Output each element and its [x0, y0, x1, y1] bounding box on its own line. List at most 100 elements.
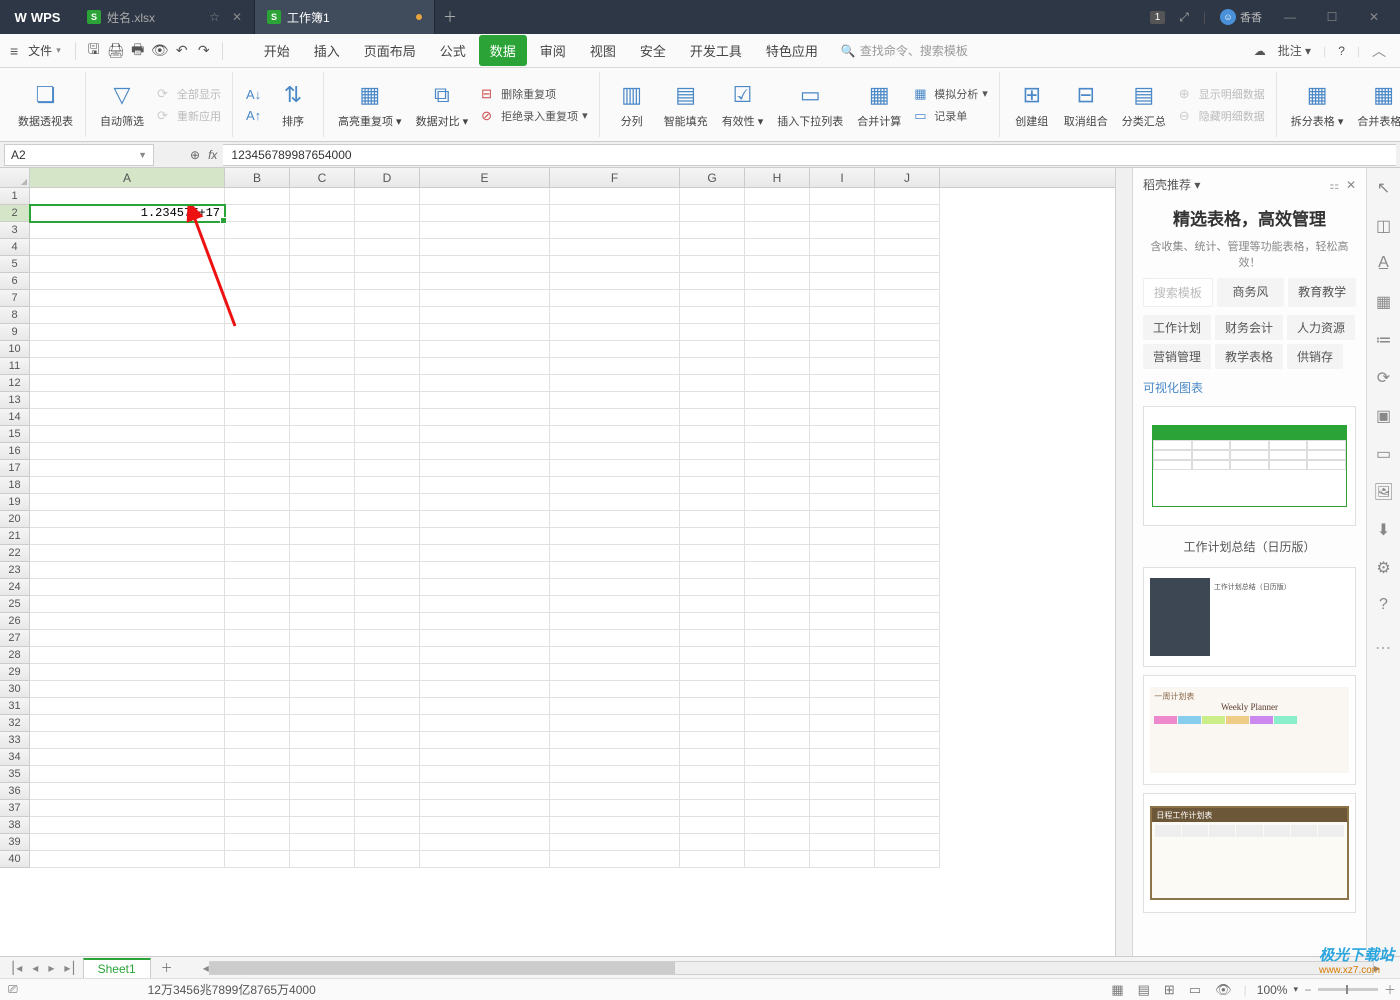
minimize-icon[interactable]: — [1276, 10, 1304, 24]
cell[interactable] [745, 698, 810, 715]
cell[interactable] [680, 392, 745, 409]
cell[interactable] [420, 732, 550, 749]
cell[interactable] [810, 800, 875, 817]
notification-badge[interactable]: 1 [1150, 11, 1166, 24]
sort-asc-button[interactable]: A↓ [243, 85, 265, 104]
cell[interactable] [810, 664, 875, 681]
cell[interactable] [745, 307, 810, 324]
cell[interactable] [420, 630, 550, 647]
cell[interactable] [810, 647, 875, 664]
cell[interactable] [550, 783, 680, 800]
cell[interactable] [810, 290, 875, 307]
close-window-icon[interactable]: ✕ [1360, 10, 1388, 24]
cell[interactable] [745, 562, 810, 579]
cell[interactable] [550, 477, 680, 494]
download-icon[interactable]: ⬇ [1374, 520, 1394, 540]
fx-icon[interactable]: fx [208, 148, 217, 162]
cell[interactable] [30, 443, 225, 460]
cell[interactable] [680, 647, 745, 664]
cell[interactable] [290, 851, 355, 868]
cell[interactable] [30, 290, 225, 307]
cell[interactable] [355, 715, 420, 732]
cell[interactable] [290, 783, 355, 800]
merge-table-button[interactable]: ▦合并表格 ▾ [1353, 78, 1400, 131]
row-header[interactable]: 36 [0, 783, 30, 800]
cell[interactable] [680, 256, 745, 273]
cell[interactable] [875, 239, 940, 256]
cell[interactable] [680, 290, 745, 307]
cell[interactable] [680, 613, 745, 630]
row-header[interactable]: 30 [0, 681, 30, 698]
cell[interactable] [225, 681, 290, 698]
more-icon[interactable]: ⋯ [1374, 638, 1394, 658]
row-header[interactable]: 25 [0, 596, 30, 613]
panel-settings-icon[interactable]: ⚏ [1329, 180, 1339, 192]
cell[interactable] [745, 477, 810, 494]
consolidate-button[interactable]: ▦合并计算 [853, 78, 905, 131]
cell[interactable] [745, 222, 810, 239]
cell[interactable] [680, 698, 745, 715]
cell[interactable] [420, 511, 550, 528]
tab-view[interactable]: 视图 [579, 35, 627, 66]
template-thumb-3[interactable]: 一周计划表Weekly Planner [1143, 675, 1356, 785]
cell[interactable] [550, 715, 680, 732]
cell[interactable] [420, 290, 550, 307]
cell[interactable] [420, 324, 550, 341]
cell[interactable] [30, 358, 225, 375]
cell[interactable] [745, 460, 810, 477]
print-icon[interactable]: 🖶 [128, 39, 148, 63]
cell[interactable] [290, 528, 355, 545]
cell[interactable] [355, 290, 420, 307]
row-header[interactable]: 26 [0, 613, 30, 630]
cell[interactable] [810, 511, 875, 528]
cell[interactable] [745, 392, 810, 409]
cell[interactable] [810, 358, 875, 375]
cell[interactable] [680, 817, 745, 834]
cell[interactable] [810, 443, 875, 460]
row-header[interactable]: 10 [0, 341, 30, 358]
cell[interactable] [680, 460, 745, 477]
view-page-icon[interactable]: ▤ [1136, 982, 1152, 998]
cell[interactable] [680, 562, 745, 579]
cell[interactable] [290, 596, 355, 613]
cell[interactable] [680, 800, 745, 817]
cell[interactable] [875, 222, 940, 239]
help-icon[interactable]: ? [1338, 44, 1345, 58]
cell[interactable] [810, 375, 875, 392]
cell[interactable] [550, 511, 680, 528]
cell[interactable] [355, 647, 420, 664]
cell[interactable] [550, 205, 680, 222]
validation-button[interactable]: ☑有效性 ▾ [718, 78, 768, 131]
cell[interactable] [420, 443, 550, 460]
cell[interactable] [745, 749, 810, 766]
select-icon[interactable]: ◫ [1374, 216, 1394, 236]
row-header[interactable]: 28 [0, 647, 30, 664]
cell[interactable] [225, 579, 290, 596]
new-tab-button[interactable]: ＋ [435, 7, 465, 27]
cell[interactable] [745, 664, 810, 681]
cell[interactable] [810, 205, 875, 222]
cell[interactable] [290, 290, 355, 307]
cell[interactable] [420, 596, 550, 613]
cell[interactable] [30, 715, 225, 732]
cell[interactable] [550, 273, 680, 290]
cell[interactable] [355, 766, 420, 783]
cell[interactable] [875, 579, 940, 596]
save-as-icon[interactable]: 🖨 [106, 42, 126, 59]
cell[interactable] [30, 511, 225, 528]
cell[interactable] [550, 494, 680, 511]
cell[interactable] [290, 341, 355, 358]
cell[interactable] [810, 834, 875, 851]
cell[interactable] [745, 324, 810, 341]
cell[interactable] [420, 375, 550, 392]
cell[interactable] [30, 562, 225, 579]
cell[interactable] [875, 596, 940, 613]
file-menu[interactable]: 文件▾ [22, 38, 67, 63]
cell[interactable] [30, 341, 225, 358]
cell[interactable] [225, 205, 290, 222]
cell[interactable] [290, 698, 355, 715]
row-header[interactable]: 11 [0, 358, 30, 375]
row-header[interactable]: 31 [0, 698, 30, 715]
cell[interactable] [810, 239, 875, 256]
horizontal-scrollbar[interactable]: ◂▸ [183, 961, 1400, 975]
